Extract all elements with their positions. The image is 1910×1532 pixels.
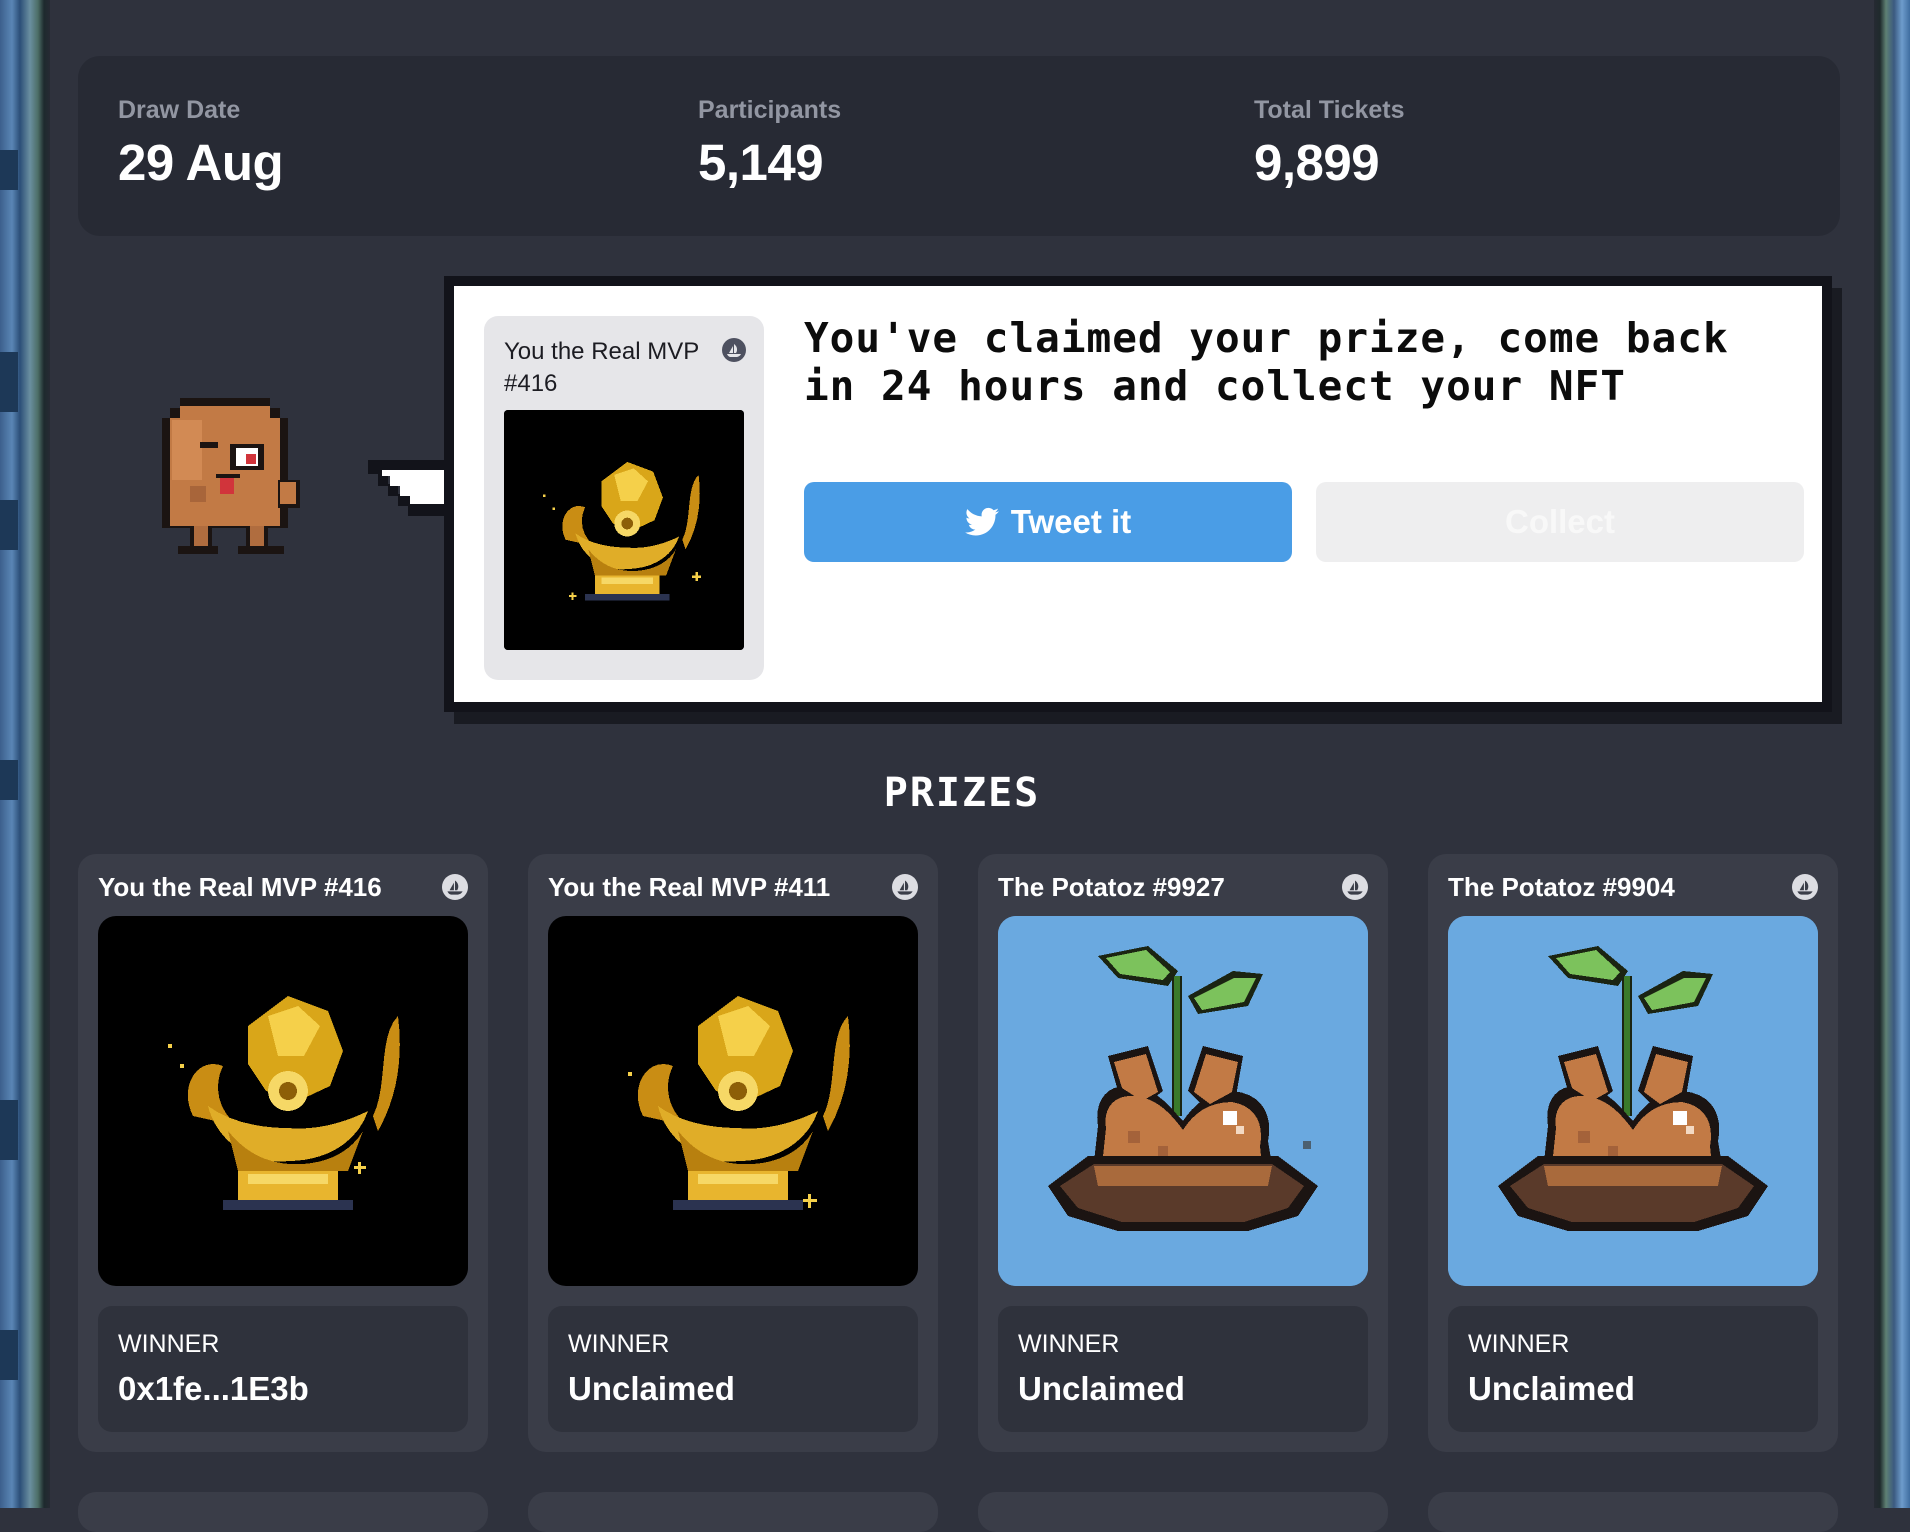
opensea-boat-icon[interactable]	[722, 338, 746, 362]
claimed-nft-image	[504, 410, 744, 650]
stat-label: Draw Date	[118, 96, 241, 124]
tweet-button[interactable]: Tweet it	[804, 482, 1292, 562]
prize-name: The Potatoz #9927	[998, 872, 1225, 902]
winner-label: WINNER	[1018, 1330, 1120, 1358]
winner-label: WINNER	[118, 1330, 220, 1358]
winner-address: Unclaimed	[1018, 1370, 1185, 1407]
opensea-boat-icon[interactable]	[1342, 874, 1368, 900]
raffle-panel: Draw Date 29 Aug Participants 5,149 Tota…	[50, 0, 1874, 1532]
prize-name: The Potatoz #9904	[1448, 872, 1675, 902]
golden-trophy-image	[98, 916, 468, 1286]
opensea-boat-icon[interactable]	[442, 874, 468, 900]
prize-card[interactable]	[78, 1492, 488, 1532]
winner-label: WINNER	[568, 1330, 670, 1358]
stat-participants: Participants 5,149	[698, 96, 841, 192]
winner-address: Unclaimed	[1468, 1370, 1635, 1407]
prize-card[interactable]: You the Real MVP #416 WINNER 0x1fe...1E3…	[78, 854, 488, 1452]
winner-address: Unclaimed	[568, 1370, 735, 1407]
twitter-bird-icon	[964, 507, 999, 536]
stat-label: Participants	[698, 96, 842, 124]
claimed-nft-name: You the Real MVP #416	[504, 338, 699, 397]
prize-card[interactable]: You the Real MVP #411 WINNER Unclaimed	[528, 854, 938, 1452]
stat-draw-date: Draw Date 29 Aug	[118, 96, 284, 192]
golden-trophy-image	[548, 916, 918, 1286]
winner-box: WINNER 0x1fe...1E3b	[98, 1306, 468, 1432]
stat-label: Total Tickets	[1254, 96, 1405, 124]
collect-button[interactable]: Collect	[1316, 482, 1804, 562]
winner-label: WINNER	[1468, 1330, 1570, 1358]
prize-card[interactable]: The Potatoz #9927 WINNER Unclaimed	[978, 854, 1388, 1452]
winner-box: WINNER Unclaimed	[998, 1306, 1368, 1432]
stat-value: 9,899	[1254, 134, 1380, 191]
prize-card[interactable]: The Potatoz #9904 WINNER Unclaimed	[1428, 854, 1838, 1452]
prizes-heading: PRIZES	[883, 770, 1041, 816]
claimed-nft-card[interactable]: You the Real MVP #416	[484, 316, 764, 680]
stat-value: 5,149	[698, 134, 824, 191]
prize-name: You the Real MVP #416	[98, 872, 382, 902]
prize-name: You the Real MVP #411	[548, 872, 831, 902]
potato-sprout-image	[1448, 916, 1818, 1286]
left-border	[0, 0, 50, 1508]
potato-mascot-image	[162, 398, 300, 554]
prize-card[interactable]	[528, 1492, 938, 1532]
stat-total-tickets: Total Tickets 9,899	[1254, 96, 1405, 192]
opensea-boat-icon[interactable]	[892, 874, 918, 900]
prize-card[interactable]	[1428, 1492, 1838, 1532]
right-border	[1874, 0, 1910, 1508]
prize-card[interactable]	[978, 1492, 1388, 1532]
potato-sprout-image	[998, 916, 1368, 1286]
opensea-boat-icon[interactable]	[1792, 874, 1818, 900]
winner-box: WINNER Unclaimed	[1448, 1306, 1818, 1432]
stat-value: 29 Aug	[118, 134, 284, 191]
winner-box: WINNER Unclaimed	[548, 1306, 918, 1432]
collect-button-label: Collect	[1504, 503, 1616, 540]
claim-speech-bubble: You the Real MVP #416 You've claimed you…	[444, 276, 1842, 724]
raffle-stats: Draw Date 29 Aug Participants 5,149 Tota…	[78, 56, 1840, 236]
claim-message: You've claimed your prize, come back in …	[804, 314, 1729, 410]
winner-address[interactable]: 0x1fe...1E3b	[118, 1370, 309, 1408]
tweet-button-label: Tweet it	[1010, 503, 1132, 540]
